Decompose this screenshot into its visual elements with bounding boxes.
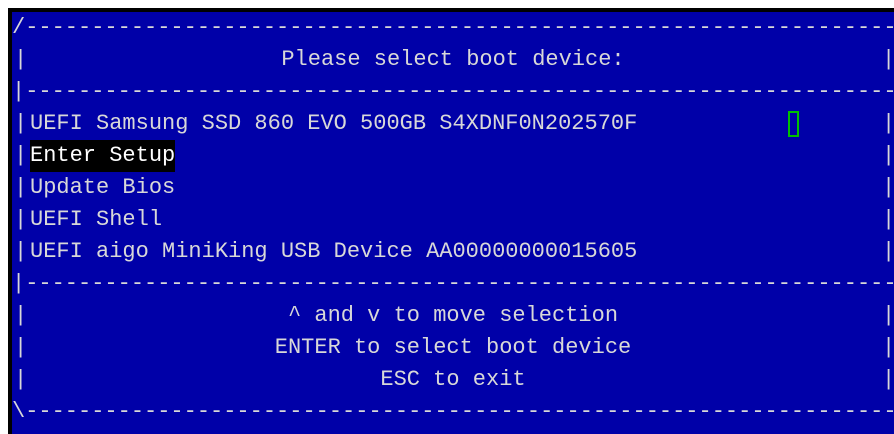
- menu-item-update-bios[interactable]: Update Bios: [30, 172, 175, 204]
- menu-item-samsung-ssd[interactable]: UEFI Samsung SSD 860 EVO 500GB S4XDNF0N2…: [30, 108, 637, 140]
- page-title: Please select boot device:: [281, 47, 625, 72]
- menu-item-enter-setup[interactable]: Enter Setup: [30, 140, 176, 172]
- bottom-border: \---------------------------------------…: [12, 399, 894, 424]
- help-esc: ESC to exit: [380, 367, 526, 392]
- right-border: |: [882, 111, 894, 136]
- terminal-frame: /---------------------------------------…: [8, 8, 894, 434]
- left-border: |: [14, 239, 28, 264]
- separator-top: |---------------------------------------…: [12, 79, 894, 104]
- text-cursor: [788, 111, 799, 137]
- left-border: |: [14, 207, 28, 232]
- right-border: |: [882, 143, 894, 168]
- help-enter: ENTER to select boot device: [274, 335, 632, 360]
- top-border: /---------------------------------------…: [12, 15, 894, 40]
- left-border: |: [14, 111, 28, 136]
- right-border: |: [882, 47, 894, 72]
- right-border: |: [882, 175, 894, 200]
- help-navigation: ^ and v to move selection: [287, 303, 619, 328]
- right-border: |: [882, 303, 894, 328]
- right-border: |: [882, 335, 894, 360]
- right-border: |: [882, 207, 894, 232]
- boot-menu-panel: /---------------------------------------…: [12, 12, 894, 434]
- menu-item-uefi-shell[interactable]: UEFI Shell: [30, 204, 162, 236]
- screen: /---------------------------------------…: [0, 0, 894, 434]
- right-border: |: [882, 367, 894, 392]
- right-border: |: [882, 239, 894, 264]
- menu-item-usb-device[interactable]: UEFI aigo MiniKing USB Device AA00000000…: [30, 236, 637, 268]
- left-border: |: [14, 175, 28, 200]
- separator-bottom: |---------------------------------------…: [12, 271, 894, 296]
- left-border: |: [14, 143, 28, 168]
